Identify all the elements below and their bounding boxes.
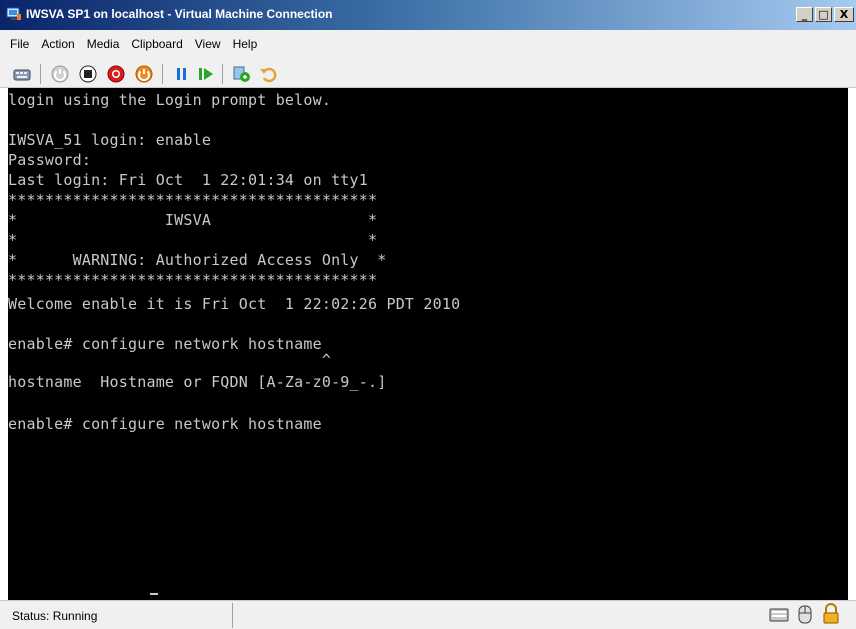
menu-bar: File Action Media Clipboard View Help <box>0 30 856 58</box>
toolbar <box>0 58 856 88</box>
console-line: login using the Login prompt below. <box>8 91 332 109</box>
mouse-icon <box>798 605 812 624</box>
console-line: * WARNING: Authorized Access Only * <box>8 251 387 269</box>
menu-clipboard[interactable]: Clipboard <box>125 34 188 54</box>
keyboard-icon <box>769 608 789 622</box>
start-icon[interactable] <box>50 64 70 84</box>
console-line: enable# configure network hostname <box>8 415 322 433</box>
save-icon[interactable] <box>134 64 154 84</box>
turn-off-icon[interactable] <box>78 64 98 84</box>
snapshot-icon[interactable] <box>232 64 252 84</box>
menu-view[interactable]: View <box>189 34 227 54</box>
toolbar-separator <box>222 64 223 84</box>
toolbar-separator <box>162 64 163 84</box>
maximize-button[interactable]: □ <box>815 7 832 22</box>
vm-connection-icon <box>6 7 21 20</box>
console-line: **************************************** <box>8 191 378 209</box>
menu-help[interactable]: Help <box>227 34 264 54</box>
console-right-frame <box>848 88 856 600</box>
console-line: **************************************** <box>8 271 378 289</box>
close-button[interactable]: X <box>834 7 854 22</box>
window-title: IWSVA SP1 on localhost - Virtual Machine… <box>26 7 333 21</box>
shutdown-icon[interactable] <box>106 64 126 84</box>
status-text: Status: Running <box>12 609 98 623</box>
ctrl-alt-del-icon[interactable] <box>12 64 32 84</box>
window-titlebar[interactable]: IWSVA SP1 on localhost - Virtual Machine… <box>0 0 856 30</box>
reset-icon[interactable] <box>196 64 216 84</box>
menu-media[interactable]: Media <box>81 34 126 54</box>
menu-action[interactable]: Action <box>35 34 80 54</box>
toolbar-separator <box>40 64 41 84</box>
status-bar: Status: Running <box>0 600 856 629</box>
console-line: Password: <box>8 151 92 169</box>
menu-file[interactable]: File <box>4 34 35 54</box>
console-left-frame <box>0 88 8 600</box>
console-line: * * <box>8 231 378 249</box>
console-line: * IWSVA * <box>8 211 378 229</box>
console-line: hostname Hostname or FQDN [A-Za-z0-9_-.] <box>8 373 387 391</box>
console-cursor <box>150 593 158 595</box>
console-line: IWSVA_51 login: enable <box>8 131 212 149</box>
status-divider <box>232 603 233 628</box>
lock-icon <box>823 603 839 624</box>
console-line: ^ <box>8 351 332 369</box>
minimize-button[interactable]: _ <box>796 7 813 22</box>
vm-console-screen[interactable]: login using the Login prompt below. IWSV… <box>8 88 848 600</box>
revert-icon[interactable] <box>258 64 278 84</box>
pause-icon[interactable] <box>172 64 192 84</box>
console-line: Welcome enable it is Fri Oct 1 22:02:26 … <box>8 295 461 313</box>
console-line: Last login: Fri Oct 1 22:01:34 on tty1 <box>8 171 368 189</box>
